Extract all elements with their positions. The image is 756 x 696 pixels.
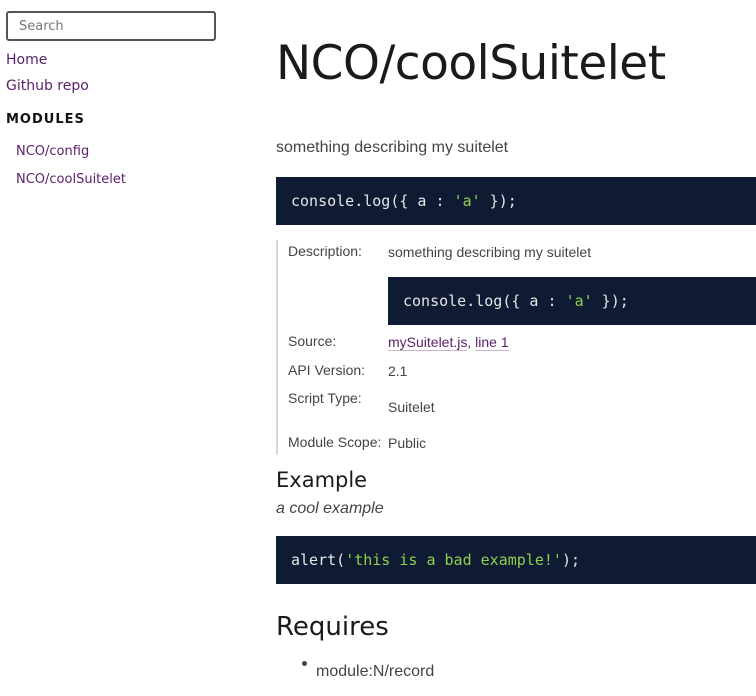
source-file-link[interactable]: mySuitelet.js (388, 334, 468, 351)
module-scope-label: Module Scope: (288, 434, 382, 450)
example-heading: Example (276, 468, 368, 492)
code-block-1: console.log({ a : 'a' }); (276, 177, 756, 225)
code-string: 'a' (453, 192, 481, 210)
description-label: Description: (288, 243, 362, 259)
page-title: NCO/coolSuitelet (276, 36, 666, 91)
code-string: 'this is a bad example!' (345, 551, 562, 569)
home-link[interactable]: Home (6, 52, 47, 68)
module-link-coolsuitelet[interactable]: NCO/coolSuitelet (16, 172, 126, 187)
source-separator: , (467, 334, 476, 350)
requires-heading: Requires (276, 612, 389, 642)
api-version-label: API Version: (288, 362, 366, 378)
module-description: something describing my suitelet (276, 139, 509, 156)
modules-heading: MODULES (6, 112, 85, 127)
code-text: console.log({ a : (291, 192, 454, 210)
module-link-config[interactable]: NCO/config (16, 144, 89, 159)
api-version-value: 2.1 (388, 363, 408, 379)
github-repo-link[interactable]: Github repo (6, 78, 89, 94)
module-scope-value: Public (388, 435, 427, 451)
example-code-block: alert('this is a bad example!'); (276, 536, 756, 584)
requires-item: module:N/record (316, 663, 435, 680)
search-input[interactable] (6, 11, 216, 41)
code-string: 'a' (565, 292, 593, 310)
script-type-value: Suitelet (388, 399, 435, 415)
code-block-2: console.log({ a : 'a' }); (388, 277, 756, 325)
source-label: Source: (288, 333, 337, 349)
code-text: ); (561, 551, 580, 569)
list-bullet (302, 661, 307, 666)
script-type-label: Script Type: (288, 390, 362, 406)
details-panel (276, 240, 756, 455)
example-caption: a cool example (276, 500, 384, 517)
code-text: }); (480, 192, 517, 210)
source-value: mySuitelet.js, line 1 (388, 334, 509, 351)
code-text: console.log({ a : (403, 292, 566, 310)
description-value: something describing my suitelet (388, 244, 592, 260)
code-text: }); (592, 292, 629, 310)
code-text: alert( (291, 551, 346, 569)
source-line-link[interactable]: line 1 (475, 334, 509, 351)
